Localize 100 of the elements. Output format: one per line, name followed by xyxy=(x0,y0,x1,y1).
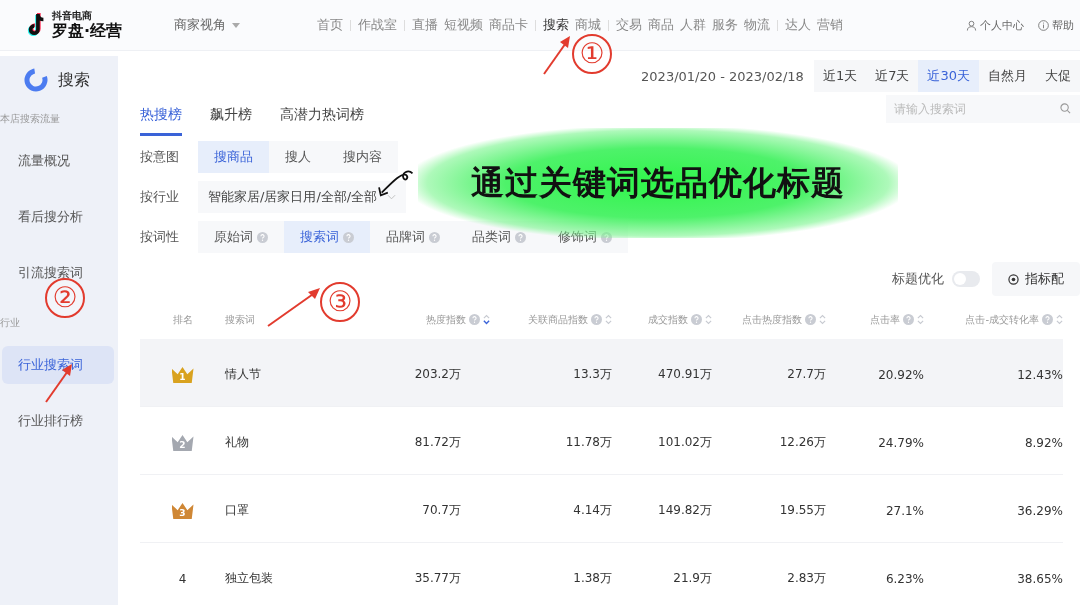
table-cell: 4.14万 xyxy=(573,503,612,518)
industry-dropdown[interactable]: 智能家居/居家日用/全部/全部 xyxy=(198,180,407,213)
table-cell: 20.92% xyxy=(878,368,924,382)
crown-rank-badge: 3 xyxy=(171,503,194,519)
nav-link[interactable]: 商品 xyxy=(645,16,677,34)
column-header: 点击率 xyxy=(870,313,900,327)
sidebar-item[interactable]: 流量概况 xyxy=(2,142,114,180)
filter-label: 按词性 xyxy=(140,228,180,247)
table-cell: 19.55万 xyxy=(779,503,826,518)
sidebar-group-label: 本店搜索流量 xyxy=(0,112,61,126)
table-cell: 203.2万 xyxy=(414,367,461,382)
column-header: 排名 xyxy=(172,313,193,327)
sidebar-item[interactable]: 行业排行榜 xyxy=(2,402,114,440)
caret-icon xyxy=(232,22,240,28)
search-field[interactable]: 请输入搜索词 xyxy=(886,94,1080,123)
table-cell: 11.78万 xyxy=(565,435,612,450)
date-tab[interactable]: 大促 xyxy=(1036,60,1080,93)
crown-rank-badge: 1 xyxy=(171,367,194,383)
nav-link[interactable]: 营销 xyxy=(814,16,846,34)
table-cell: 38.65% xyxy=(1017,572,1063,586)
user-link[interactable]: 帮助 xyxy=(1038,17,1074,33)
sidebar-title: 搜索 xyxy=(58,69,90,91)
perspective-dropdown[interactable]: 商家视角 xyxy=(174,16,314,34)
table-cell: 470.91万 xyxy=(658,367,712,382)
nav-link[interactable]: 搜索 xyxy=(540,16,572,34)
table-cell: 36.29% xyxy=(1017,504,1063,518)
column-header: 关联商品指数 xyxy=(528,313,588,327)
user-link[interactable]: 个人中心 xyxy=(966,17,1024,33)
tab[interactable]: 飙升榜 xyxy=(210,95,252,136)
nav-link[interactable]: 直播 xyxy=(409,16,441,34)
filter-option[interactable]: 搜人 xyxy=(269,140,327,173)
filter-label: 按意图 xyxy=(140,147,180,166)
table-cell: 35.77万 xyxy=(414,571,461,586)
person-icon xyxy=(966,19,977,31)
caption-text: 通过关键词选品优化标题 xyxy=(471,161,845,204)
nav-link[interactable]: 达人 xyxy=(782,16,814,34)
filter-label: 按行业 xyxy=(140,187,180,206)
circled-number: ③ xyxy=(320,282,360,322)
nav-link[interactable]: 商城 xyxy=(572,16,604,34)
table-cell: 12.43% xyxy=(1017,368,1063,382)
nav-link[interactable]: 人群 xyxy=(677,16,709,34)
table-cell: 27.1% xyxy=(885,504,924,518)
rank-number: 4 xyxy=(178,572,187,586)
nav-link[interactable]: 首页 xyxy=(314,16,346,34)
circled-number: ② xyxy=(45,278,85,318)
nav-link[interactable]: 物流 xyxy=(741,16,773,34)
filter-option[interactable]: 品类词 xyxy=(456,221,542,254)
date-range: 2023/01/20 - 2023/02/18 xyxy=(641,68,804,84)
column-header: 点击热度指数 xyxy=(742,313,802,327)
filter-option[interactable]: 搜索词 xyxy=(284,221,370,254)
column-header: 成交指数 xyxy=(648,313,688,327)
chevron-down-icon xyxy=(387,193,397,200)
date-tab[interactable]: 近7天 xyxy=(866,60,919,93)
table-cell: 2.83万 xyxy=(787,571,826,586)
table-cell: 6.23% xyxy=(885,572,924,586)
sidebar-item[interactable]: 看后搜分析 xyxy=(2,198,114,236)
table-cell: 149.82万 xyxy=(658,503,712,518)
nav-link[interactable]: 服务 xyxy=(709,16,741,34)
table-cell: 21.9万 xyxy=(673,571,712,586)
date-tab[interactable]: 近1天 xyxy=(813,60,867,93)
tab[interactable]: 热搜榜 xyxy=(140,95,182,136)
brand-subtitle: 抖音电商 xyxy=(52,11,93,21)
table-cell: 1.38万 xyxy=(573,571,612,586)
date-tab[interactable]: 自然月 xyxy=(979,60,1036,93)
table-cell: 70.7万 xyxy=(422,503,461,518)
circled-number: ① xyxy=(572,34,612,74)
tab[interactable]: 高潜力热词榜 xyxy=(280,95,364,136)
toggle-label: 标题优化 xyxy=(892,270,944,289)
nav-link[interactable]: 交易 xyxy=(613,16,645,34)
sidebar-group-label: 行业 xyxy=(0,316,21,330)
table-cell: 口罩 xyxy=(225,503,249,518)
filter-option[interactable]: 搜商品 xyxy=(198,140,269,173)
arrow-icon xyxy=(542,34,572,76)
column-header: 搜索词 xyxy=(225,313,255,327)
brand-name: 罗盘·经营 xyxy=(52,23,123,39)
table-cell: 101.02万 xyxy=(658,435,712,450)
table-cell: 礼物 xyxy=(225,435,249,450)
target-icon xyxy=(1008,273,1019,285)
info-icon xyxy=(1038,19,1049,31)
table-cell: 27.7万 xyxy=(787,367,826,382)
metric-config-button[interactable]: 指标配 xyxy=(992,262,1080,297)
filter-option[interactable]: 原始词 xyxy=(198,221,284,254)
crown-rank-badge: 2 xyxy=(171,435,194,451)
ring-logo-icon xyxy=(24,68,48,92)
filter-option[interactable]: 搜内容 xyxy=(327,140,398,173)
filter-option[interactable]: 修饰词 xyxy=(542,221,628,254)
column-header: 点击-成交转化率 xyxy=(965,313,1039,327)
date-tab[interactable]: 近30天 xyxy=(918,60,979,93)
filter-option[interactable]: 品牌词 xyxy=(370,221,456,254)
table-cell: 12.26万 xyxy=(779,435,826,450)
table-cell: 情人节 xyxy=(225,367,261,382)
table-cell: 独立包装 xyxy=(225,571,273,586)
column-header: 热度指数 xyxy=(426,313,466,327)
nav-link[interactable]: 商品卡 xyxy=(486,16,531,34)
table-cell: 8.92% xyxy=(1024,436,1063,450)
table-cell: 13.3万 xyxy=(573,367,612,382)
table-cell: 24.79% xyxy=(878,436,924,450)
nav-link[interactable]: 短视频 xyxy=(441,16,486,34)
arrow-icon xyxy=(266,286,322,328)
nav-link[interactable]: 作战室 xyxy=(355,16,400,34)
